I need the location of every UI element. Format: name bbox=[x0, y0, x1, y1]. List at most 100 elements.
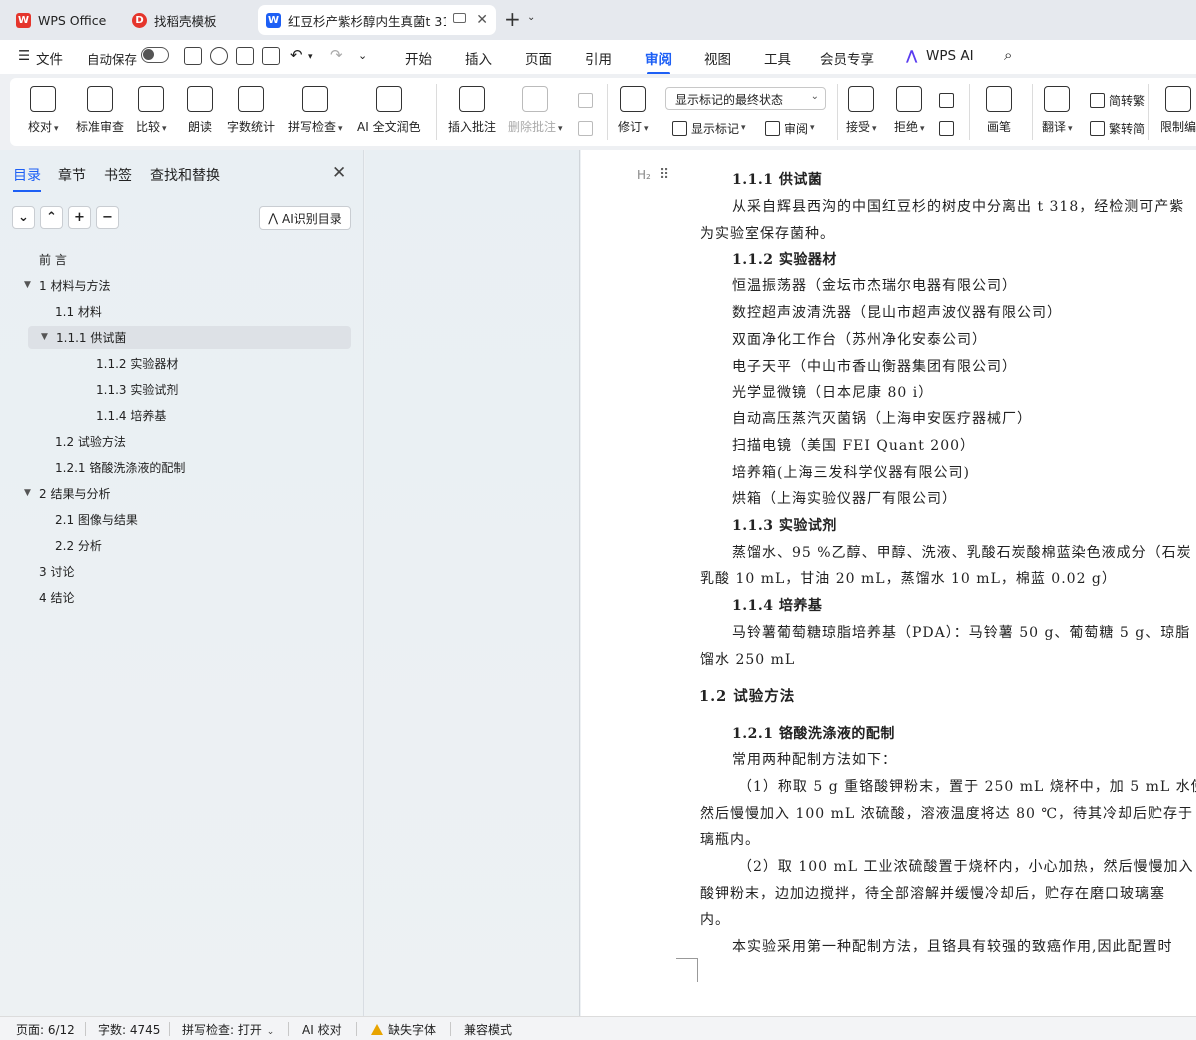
menu-page[interactable]: 页面 bbox=[525, 48, 552, 68]
add-heading-button[interactable]: + bbox=[68, 206, 91, 229]
next-change-button[interactable] bbox=[939, 118, 958, 138]
next-comment-button[interactable] bbox=[578, 118, 597, 138]
read-aloud-button[interactable]: 朗读 bbox=[187, 78, 213, 146]
drag-handle-icon[interactable]: ⠿ bbox=[659, 167, 669, 183]
toc-item-selected[interactable]: ▼ 1.1.1 供试菌 bbox=[41, 326, 126, 348]
ai-polish-button[interactable]: AI 全文润色 bbox=[357, 78, 421, 146]
doc-line: 培养箱(上海三发科学仪器有限公司) bbox=[732, 465, 970, 481]
file-menu[interactable]: 文件 bbox=[36, 48, 63, 68]
prev-comment-icon bbox=[578, 92, 593, 108]
accept-button[interactable]: 接受 ▾ bbox=[846, 78, 877, 146]
ribbon-divider bbox=[1148, 84, 1149, 140]
proofread-button[interactable]: 校对 ▾ bbox=[28, 78, 59, 146]
missing-font-indicator[interactable]: 缺失字体 bbox=[371, 1021, 436, 1038]
next-change-icon bbox=[939, 120, 954, 136]
heading-1-1-1: 1.1.1 供试菌 bbox=[732, 172, 823, 188]
review-pane-button[interactable]: 审阅 ▾ bbox=[765, 118, 815, 138]
pen-button[interactable]: 画笔 bbox=[986, 78, 1012, 146]
collapse-up-button[interactable]: ⌃ bbox=[40, 206, 63, 229]
toc-item[interactable]: ▼ 1 材料与方法 bbox=[24, 274, 110, 296]
share-icon[interactable] bbox=[210, 47, 228, 65]
tab-docer-templates[interactable]: D 找稻壳模板 bbox=[124, 5, 252, 35]
toc-item[interactable]: 3 讨论 bbox=[39, 560, 74, 582]
compare-button[interactable]: 比较 ▾ bbox=[136, 78, 167, 146]
menu-insert[interactable]: 插入 bbox=[465, 48, 492, 68]
toc-item[interactable]: 1.1.4 培养基 bbox=[96, 404, 166, 426]
show-marks-icon bbox=[672, 120, 687, 136]
menu-reference[interactable]: 引用 bbox=[585, 48, 612, 68]
tab-document[interactable]: W 红豆杉产紫杉醇内生真菌t 31 ✕ bbox=[258, 5, 496, 35]
doc-line: 电子天平（中山市香山衡器集团有限公司） bbox=[732, 359, 1017, 375]
reject-button[interactable]: 拒绝 ▾ bbox=[894, 78, 925, 146]
ai-toc-button[interactable]: ⋀ AI识别目录 bbox=[259, 206, 351, 230]
simplified-to-traditional-button[interactable]: 简转繁 bbox=[1090, 90, 1145, 110]
document-page[interactable]: H₂ ⠿ 1.1.1 供试菌 从采自辉县西沟的中国红豆杉的树皮中分离出 t 31… bbox=[581, 150, 1196, 1016]
word-count-button[interactable]: 字数统计 bbox=[227, 78, 275, 146]
tab-toc[interactable]: 目录 bbox=[13, 165, 41, 192]
prev-comment-button[interactable] bbox=[578, 90, 597, 110]
undo-icon[interactable]: ↶ bbox=[290, 46, 303, 64]
toc-item[interactable]: 1.1 材料 bbox=[55, 300, 102, 322]
undo-dropdown-icon[interactable]: ▾ bbox=[308, 52, 313, 62]
chevron-down-icon[interactable]: ⌄ bbox=[527, 12, 535, 23]
menu-wps-ai[interactable]: WPS AI bbox=[926, 48, 974, 64]
remove-heading-button[interactable]: − bbox=[96, 206, 119, 229]
close-icon[interactable]: ✕ bbox=[476, 12, 488, 28]
page-corner-mark bbox=[676, 958, 698, 982]
toc-item[interactable]: 前 言 bbox=[39, 248, 67, 270]
delete-comment-button[interactable]: 删除批注 ▾ bbox=[508, 78, 563, 146]
search-icon[interactable]: ⌕ bbox=[1004, 46, 1012, 64]
spell-check-indicator[interactable]: 拼写检查: 打开 ⌄ bbox=[182, 1021, 274, 1038]
tab-find-replace[interactable]: 查找和替换 bbox=[150, 165, 220, 185]
word-count-icon bbox=[238, 86, 264, 112]
hamburger-icon[interactable]: ☰ bbox=[18, 48, 30, 64]
collapse-down-button[interactable]: ⌄ bbox=[12, 206, 35, 229]
caret-down-icon[interactable]: ▼ bbox=[41, 332, 48, 342]
toc-item[interactable]: 2.2 分析 bbox=[55, 534, 102, 556]
page-indicator[interactable]: 页面: 6/12 bbox=[16, 1021, 75, 1038]
caret-down-icon[interactable]: ▼ bbox=[24, 488, 31, 498]
caret-down-icon[interactable]: ▼ bbox=[24, 280, 31, 290]
menu-review[interactable]: 审阅 bbox=[645, 48, 672, 75]
menu-member[interactable]: 会员专享 bbox=[820, 48, 874, 68]
markup-state-select[interactable]: 显示标记的最终状态 ⌄ bbox=[665, 87, 826, 110]
revise-button[interactable]: 修订 ▾ bbox=[618, 78, 649, 146]
print-preview-icon[interactable] bbox=[262, 47, 280, 65]
tab-chapters[interactable]: 章节 bbox=[58, 165, 86, 185]
ai-proofread-indicator[interactable]: AI 校对 bbox=[302, 1021, 342, 1038]
toc-item[interactable]: 2.1 图像与结果 bbox=[55, 508, 138, 530]
toc-item[interactable]: 1.2.1 铬酸洗涤液的配制 bbox=[55, 456, 185, 478]
toc-item[interactable]: 4 结论 bbox=[39, 586, 74, 608]
toc-item[interactable]: 1.2 试验方法 bbox=[55, 430, 126, 452]
redo-icon[interactable]: ↷ bbox=[330, 46, 343, 64]
standard-review-button[interactable]: 标准审查 bbox=[76, 78, 124, 146]
traditional-to-simplified-button[interactable]: 繁转简 bbox=[1090, 118, 1145, 138]
insert-comment-button[interactable]: 插入批注 bbox=[448, 78, 496, 146]
toc-item[interactable]: 1.1.2 实验器材 bbox=[96, 352, 178, 374]
menu-start[interactable]: 开始 bbox=[405, 48, 432, 68]
doc-line: 从采自辉县西沟的中国红豆杉的树皮中分离出 t 318，经检测可产紫 bbox=[732, 199, 1185, 215]
tab-wps-office[interactable]: W WPS Office bbox=[8, 5, 118, 35]
menu-view[interactable]: 视图 bbox=[704, 48, 731, 68]
save-icon[interactable] bbox=[184, 47, 202, 65]
restrict-edit-button[interactable]: 限制编 bbox=[1160, 78, 1196, 146]
chevron-down-icon: ⌄ bbox=[263, 1027, 275, 1037]
tab-bookmarks[interactable]: 书签 bbox=[104, 165, 132, 185]
monitor-icon[interactable] bbox=[453, 13, 466, 23]
spell-check-button[interactable]: 拼写检查 ▾ bbox=[288, 78, 343, 146]
more-chevron-icon[interactable]: ⌄ bbox=[358, 49, 367, 62]
ribbon-divider bbox=[969, 84, 970, 140]
toc-item[interactable]: 1.1.3 实验试剂 bbox=[96, 378, 178, 400]
new-tab-plus-icon[interactable]: + bbox=[504, 8, 521, 30]
compat-mode-indicator[interactable]: 兼容模式 bbox=[464, 1021, 512, 1038]
autosave-toggle[interactable] bbox=[141, 47, 169, 63]
print-icon[interactable] bbox=[236, 47, 254, 65]
prev-change-button[interactable] bbox=[939, 90, 958, 110]
close-icon[interactable]: ✕ bbox=[332, 163, 346, 183]
word-count-indicator[interactable]: 字数: 4745 bbox=[98, 1021, 160, 1038]
translate-button[interactable]: 翻译 ▾ bbox=[1042, 78, 1073, 146]
show-marks-button[interactable]: 显示标记 ▾ bbox=[672, 118, 746, 138]
doc-line: （2）取 100 mL 工业浓硫酸置于烧杯内，小心加热，然后慢慢加入 bbox=[738, 859, 1194, 875]
toc-item[interactable]: ▼ 2 结果与分析 bbox=[24, 482, 110, 504]
menu-tools[interactable]: 工具 bbox=[764, 48, 791, 68]
